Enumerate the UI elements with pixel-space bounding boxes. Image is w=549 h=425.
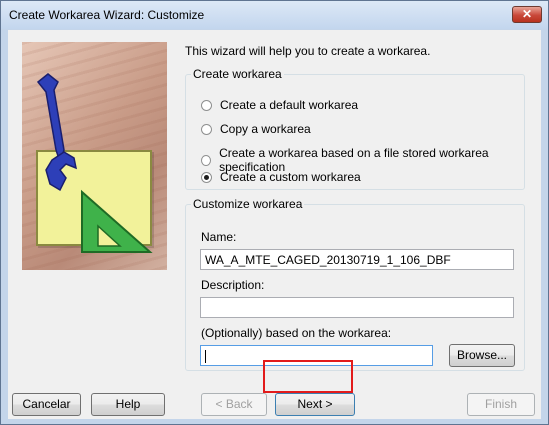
radio-default-workarea[interactable]: Create a default workarea: [201, 98, 358, 112]
window-title: Create Workarea Wizard: Customize: [9, 8, 205, 22]
create-workarea-legend: Create workarea: [193, 67, 282, 81]
radio-custom-workarea[interactable]: Create a custom workarea: [201, 170, 361, 184]
title-bar[interactable]: Create Workarea Wizard: Customize ✕: [1, 1, 548, 29]
close-button[interactable]: ✕: [512, 6, 542, 23]
radio-label: Copy a workarea: [220, 122, 311, 136]
based-on-label: (Optionally) based on the workarea:: [201, 326, 392, 340]
radio-button[interactable]: [201, 123, 212, 135]
help-button[interactable]: Help: [91, 393, 165, 416]
finish-button[interactable]: Finish: [467, 393, 535, 416]
name-label: Name:: [201, 230, 237, 244]
description-label: Description:: [201, 278, 265, 292]
radio-button[interactable]: [201, 99, 212, 111]
name-field[interactable]: WA_A_MTE_CAGED_20130719_1_106_DBF: [200, 249, 514, 270]
next-button-highlight: [263, 360, 353, 393]
radio-button[interactable]: [201, 154, 212, 166]
wrench-triangle-icon: [36, 73, 153, 253]
browse-button[interactable]: Browse...: [449, 344, 515, 367]
next-button[interactable]: Next >: [275, 393, 355, 416]
intro-text: This wizard will help you to create a wo…: [185, 44, 431, 58]
create-workarea-group: Create workarea Create a default workare…: [185, 67, 525, 190]
description-field[interactable]: [200, 297, 514, 318]
customize-workarea-legend: Customize workarea: [193, 197, 303, 211]
radio-label: Create a default workarea: [220, 98, 359, 112]
wizard-window: Create Workarea Wizard: Customize ✕ This…: [0, 0, 549, 425]
text-caret: [205, 350, 206, 364]
customize-workarea-group: Customize workarea Name: WA_A_MTE_CAGED_…: [185, 197, 525, 371]
radio-button-selected[interactable]: [201, 171, 212, 183]
cancel-button[interactable]: Cancelar: [12, 393, 81, 416]
radio-label: Create a custom workarea: [220, 170, 361, 184]
back-button[interactable]: < Back: [201, 393, 267, 416]
wizard-illustration: [22, 42, 167, 270]
radio-copy-workarea[interactable]: Copy a workarea: [201, 122, 311, 136]
